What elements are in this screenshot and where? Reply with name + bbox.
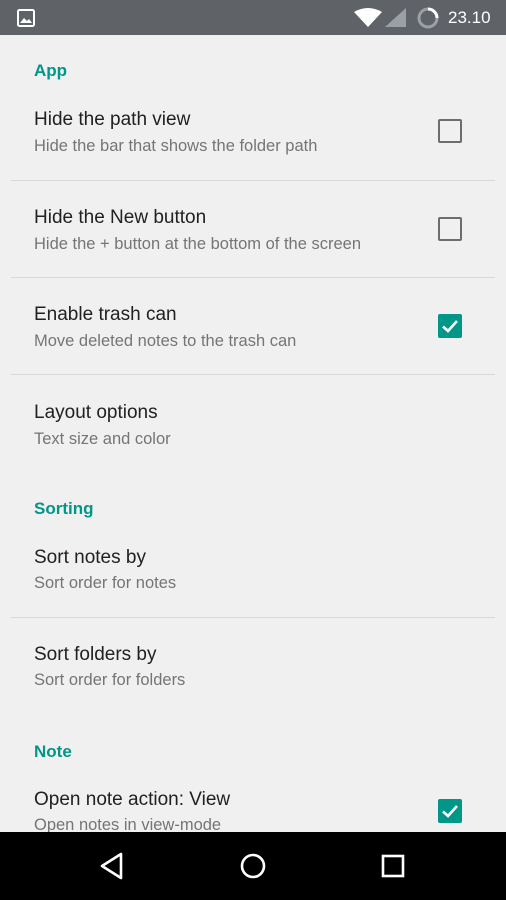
status-bar: 23.10 <box>0 0 506 35</box>
pref-hide-new-button[interactable]: Hide the New button Hide the + button at… <box>0 195 506 279</box>
checkbox-checked[interactable] <box>438 314 462 338</box>
pref-title: Sort folders by <box>34 644 157 665</box>
pref-summary: Hide the bar that shows the folder path <box>34 137 318 155</box>
back-icon[interactable] <box>97 850 129 882</box>
pref-sort-notes[interactable]: Sort notes by Sort order for notes <box>0 535 506 617</box>
pref-title: Sort notes by <box>34 547 146 568</box>
navigation-bar <box>0 832 506 900</box>
pref-summary: Open notes in view-mode <box>34 816 222 832</box>
pref-summary: Move deleted notes to the trash can <box>34 332 297 350</box>
divider <box>11 180 495 181</box>
checkbox-checked[interactable] <box>438 799 462 823</box>
section-header-sorting: Sorting <box>34 499 94 518</box>
pref-summary: Sort order for notes <box>34 574 177 592</box>
checkbox-unchecked[interactable] <box>438 217 462 241</box>
checkbox-unchecked[interactable] <box>438 119 462 143</box>
section-header-app: App <box>34 61 68 80</box>
wifi-icon <box>354 8 382 27</box>
pref-summary: Text size and color <box>34 430 171 448</box>
divider <box>11 374 495 375</box>
pref-title: Open note action: View <box>34 789 231 810</box>
divider <box>11 277 495 278</box>
pref-enable-trash-can[interactable]: Enable trash can Move deleted notes to t… <box>0 292 506 376</box>
recents-icon[interactable] <box>377 850 409 882</box>
battery-loading-icon <box>417 7 439 29</box>
pref-title: Layout options <box>34 402 158 423</box>
pref-title: Hide the New button <box>34 207 207 228</box>
pref-summary: Sort order for folders <box>34 671 186 689</box>
pref-title: Enable trash can <box>34 304 177 325</box>
settings-list[interactable]: App Hide the path view Hide the bar that… <box>0 35 506 832</box>
pref-title: Hide the path view <box>34 109 191 130</box>
home-icon[interactable] <box>237 850 269 882</box>
signal-icon <box>385 8 406 27</box>
status-time: 23.10 <box>448 8 491 27</box>
section-header-note: Note <box>34 742 72 761</box>
pref-layout-options[interactable]: Layout options Text size and color <box>0 390 506 474</box>
divider <box>11 617 495 618</box>
pref-sort-folders[interactable]: Sort folders by Sort order for folders <box>0 632 506 716</box>
pref-summary: Hide the + button at the bottom of the s… <box>34 235 362 253</box>
pref-open-note-action[interactable]: Open note action: View Open notes in vie… <box>0 777 506 832</box>
image-icon <box>17 9 35 27</box>
pref-hide-path-view[interactable]: Hide the path view Hide the bar that sho… <box>0 97 506 181</box>
